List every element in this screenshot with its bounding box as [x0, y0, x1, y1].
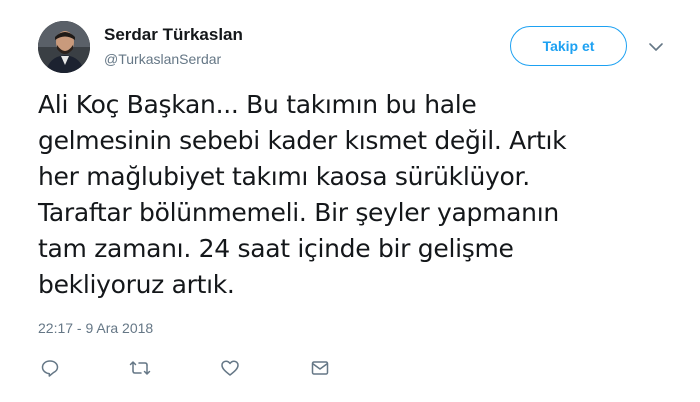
- tweet-text-line: bekliyoruz artık.: [38, 270, 235, 299]
- tweet-text-line: her mağlubiyet takımı kaosa sürüklüyor.: [38, 162, 530, 191]
- follow-button-label: Takip et: [542, 38, 595, 54]
- tweet-text-line: Taraftar bölünmemeli. Bir şeyler yapmanı…: [38, 198, 559, 227]
- retweet-button[interactable]: [128, 356, 152, 380]
- like-icon: [221, 360, 239, 376]
- reply-button[interactable]: [38, 356, 62, 380]
- tweet-text-line: gelmesinin sebebi kader kısmet değil. Ar…: [38, 126, 567, 155]
- tweet-card: Serdar Türkaslan @TurkaslanSerdar Takip …: [0, 0, 700, 402]
- reply-icon: [41, 360, 59, 377]
- tweet-text: Ali Koç Başkan... Bu takımın bu hale gel…: [38, 87, 678, 303]
- author-handle[interactable]: @TurkaslanSerdar: [104, 51, 221, 67]
- message-button[interactable]: [308, 356, 332, 380]
- avatar-image: [38, 21, 90, 73]
- retweet-icon: [129, 361, 151, 375]
- chevron-down-icon[interactable]: [648, 40, 664, 52]
- tweet-timestamp[interactable]: 22:17 - 9 Ara 2018: [38, 320, 153, 336]
- tweet-text-line: tam zamanı. 24 saat içinde bir gelişme: [38, 234, 514, 263]
- message-icon: [311, 361, 329, 375]
- tweet-text-line: Ali Koç Başkan... Bu takımın bu hale: [38, 90, 477, 119]
- avatar[interactable]: [38, 21, 90, 73]
- follow-button[interactable]: Takip et: [510, 26, 627, 66]
- author-name[interactable]: Serdar Türkaslan: [104, 25, 243, 45]
- like-button[interactable]: [218, 356, 242, 380]
